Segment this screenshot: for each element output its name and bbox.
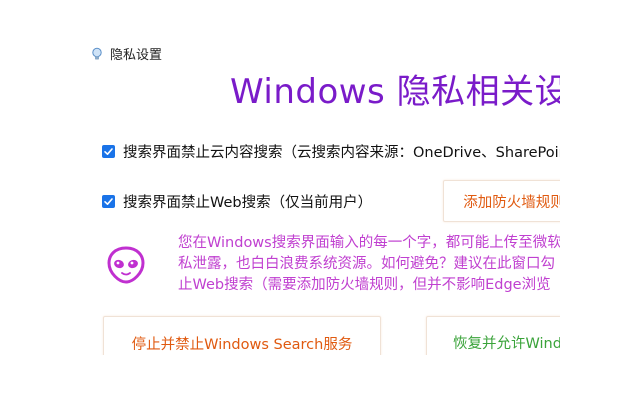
option-disable-web-search[interactable]: 搜索界面禁止Web搜索（仅当前用户） (102, 191, 372, 212)
alien-icon (107, 246, 145, 284)
content-area: 隐私设置 Windows 隐私相关设置 搜索界面禁止云内容搜索（云搜索内容来源：… (0, 0, 560, 355)
checkmark-icon (104, 198, 113, 205)
info-line: 私泄露，也白白浪费系统资源。如何避免？建议在此窗口勾 (178, 256, 555, 272)
info-line: 止Web搜索（需要添加防火墙规则，但并不影响Edge浏览 (178, 277, 551, 293)
privacy-info: 您在Windows搜索界面输入的每一个字，都可能上传至微软 私泄露，也白白浪费系… (106, 233, 560, 293)
privacy-settings-window: 隐私设置 Windows 隐私相关设置 搜索界面禁止云内容搜索（云搜索内容来源：… (0, 0, 640, 400)
disable-web-search-label: 搜索界面禁止Web搜索（仅当前用户） (123, 195, 373, 211)
title-bar: 隐私设置 (90, 42, 162, 64)
lightbulb-icon (90, 46, 104, 60)
option-disable-cloud-search[interactable]: 搜索界面禁止云内容搜索（云搜索内容来源：OneDrive、SharePoint (102, 141, 560, 162)
checkmark-icon (104, 148, 113, 155)
add-firewall-rule-button[interactable]: 添加防火墙规则 (443, 180, 560, 222)
stop-search-service-button[interactable]: 停止并禁止Windows Search服务 (103, 316, 381, 355)
disable-web-search-checkbox[interactable] (102, 195, 115, 208)
window-title: 隐私设置 (110, 47, 163, 63)
disable-cloud-search-checkbox[interactable] (102, 145, 115, 158)
page-title: Windows 隐私相关设置 (230, 72, 560, 112)
info-line: 您在Windows搜索界面输入的每一个字，都可能上传至微软 (178, 235, 560, 251)
info-text: 您在Windows搜索界面输入的每一个字，都可能上传至微软 私泄露，也白白浪费系… (178, 233, 560, 296)
disable-cloud-search-label: 搜索界面禁止云内容搜索（云搜索内容来源：OneDrive、SharePoint (123, 145, 560, 161)
restore-search-service-button[interactable]: 恢复并允许Windows Search服务 (426, 316, 560, 355)
